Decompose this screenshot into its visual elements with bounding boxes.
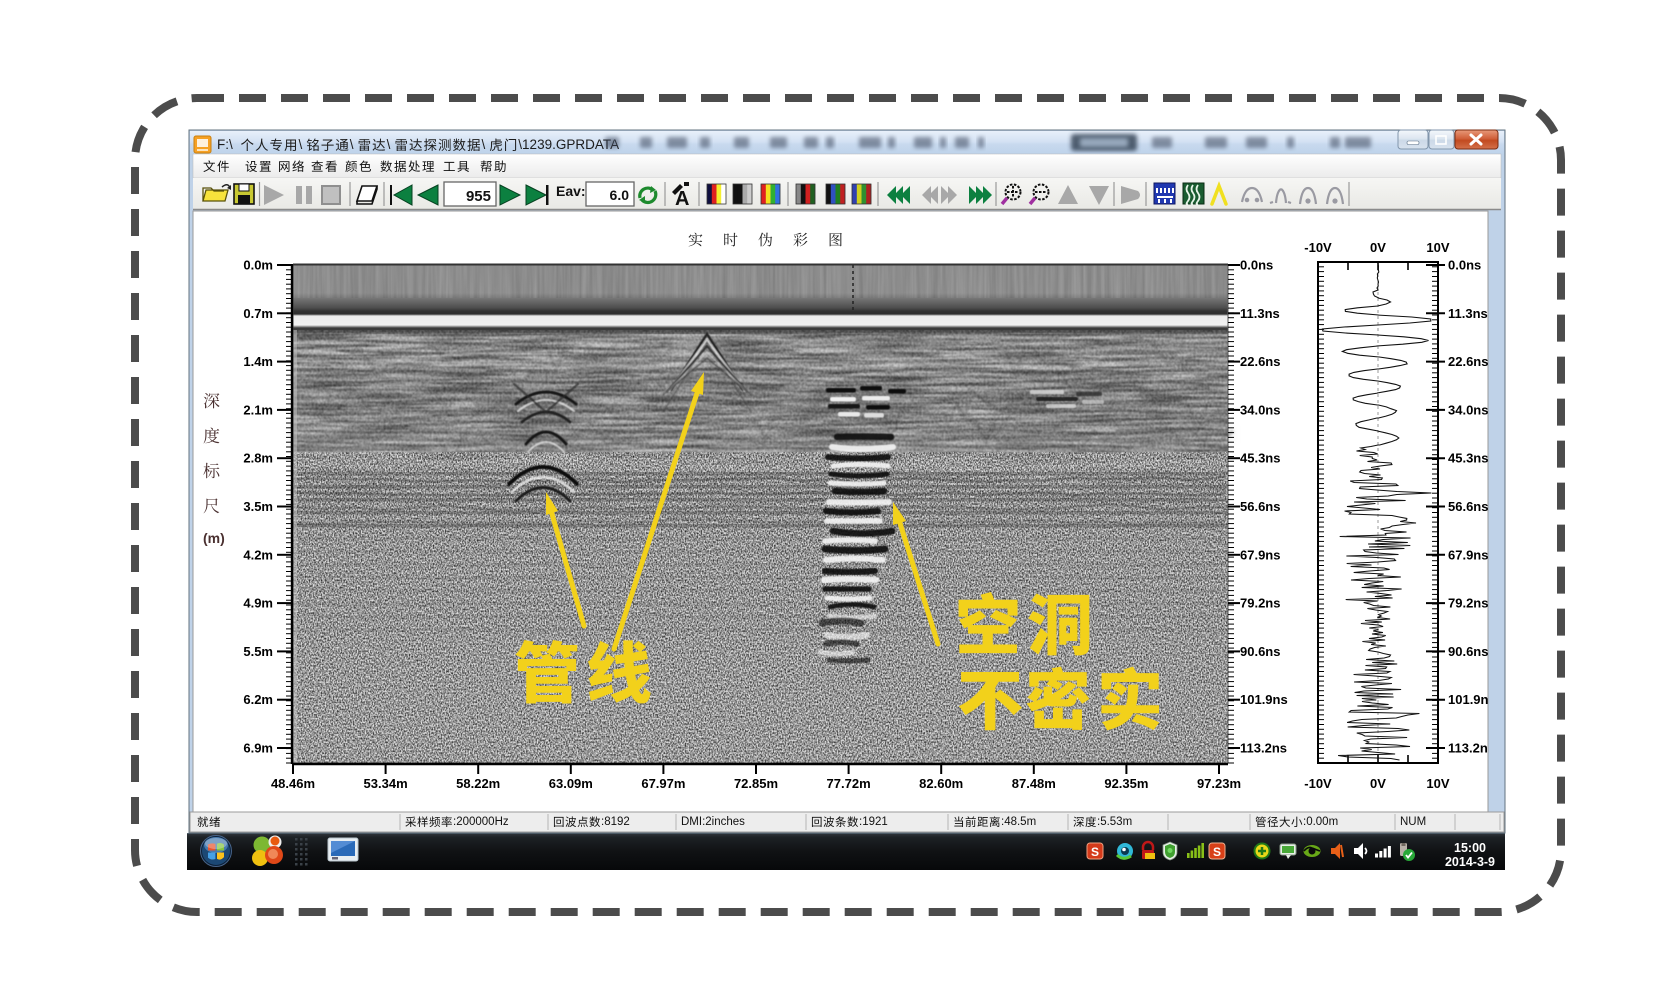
svg-text:45.3ns: 45.3ns [1448, 451, 1488, 466]
svg-text:4.2m: 4.2m [243, 547, 273, 562]
svg-text:S: S [1213, 845, 1221, 859]
svg-text:2.1m: 2.1m [243, 402, 273, 417]
svg-text:0.7m: 0.7m [243, 306, 273, 321]
svg-text:955: 955 [466, 188, 491, 205]
svg-text:1.4m: 1.4m [243, 354, 273, 369]
svg-text:F:\: F:\ [217, 137, 233, 152]
svg-text:10V: 10V [1426, 776, 1449, 791]
svg-text:67.9ns: 67.9ns [1448, 547, 1488, 562]
svg-text:6.2m: 6.2m [243, 692, 273, 707]
svg-text:90.6ns: 90.6ns [1240, 644, 1280, 659]
svg-text:0V: 0V [1370, 776, 1386, 791]
svg-text:0.0ns: 0.0ns [1240, 258, 1273, 273]
svg-text:DMI:2inches: DMI:2inches [681, 816, 745, 828]
svg-text:0V: 0V [1370, 240, 1386, 255]
svg-text:79.2ns: 79.2ns [1448, 596, 1488, 611]
svg-text:NUM: NUM [1400, 816, 1426, 828]
svg-text::5.53m: :5.53m [1097, 816, 1132, 828]
svg-text:79.2ns: 79.2ns [1240, 596, 1280, 611]
svg-text:\: \ [387, 137, 391, 152]
svg-text:56.6ns: 56.6ns [1448, 499, 1488, 514]
svg-text:-10V: -10V [1304, 240, 1332, 255]
svg-text:\1239.GPRDATA: \1239.GPRDATA [518, 137, 619, 152]
svg-text:82.60m: 82.60m [919, 776, 963, 791]
svg-text:56.6ns: 56.6ns [1240, 499, 1280, 514]
svg-text:22.6ns: 22.6ns [1448, 354, 1488, 369]
svg-text:11.3ns: 11.3ns [1240, 306, 1280, 321]
svg-text:\: \ [299, 137, 303, 152]
svg-text:22.6ns: 22.6ns [1240, 354, 1280, 369]
svg-text:67.97m: 67.97m [641, 776, 685, 791]
svg-text:67.9ns: 67.9ns [1240, 547, 1280, 562]
svg-text:5.5m: 5.5m [243, 644, 273, 659]
svg-text:2.8m: 2.8m [243, 451, 273, 466]
svg-text::0.00m: :0.00m [1303, 816, 1338, 828]
svg-text:92.35m: 92.35m [1104, 776, 1148, 791]
svg-text:0.0m: 0.0m [243, 258, 273, 273]
svg-text:87.48m: 87.48m [1012, 776, 1056, 791]
svg-text:34.0ns: 34.0ns [1448, 402, 1488, 417]
svg-text:S: S [1091, 845, 1099, 859]
svg-text:6.9m: 6.9m [243, 741, 273, 756]
svg-text:101.9ns: 101.9ns [1240, 692, 1288, 707]
svg-text:15:00: 15:00 [1454, 841, 1486, 855]
svg-text:72.85m: 72.85m [734, 776, 778, 791]
svg-text:63.09m: 63.09m [549, 776, 593, 791]
svg-text:113.2ns: 113.2ns [1240, 741, 1287, 756]
svg-text::1921: :1921 [859, 816, 888, 828]
svg-text:113.2n: 113.2n [1448, 741, 1488, 756]
svg-text:90.6ns: 90.6ns [1448, 644, 1488, 659]
svg-text:\: \ [350, 137, 354, 152]
svg-text:45.3ns: 45.3ns [1240, 451, 1280, 466]
svg-text::8192: :8192 [601, 816, 630, 828]
svg-text:101.9n: 101.9n [1448, 692, 1489, 707]
svg-text:53.34m: 53.34m [364, 776, 408, 791]
svg-text:3.5m: 3.5m [243, 499, 273, 514]
svg-text:58.22m: 58.22m [456, 776, 500, 791]
svg-text:11.3ns: 11.3ns [1448, 306, 1488, 321]
svg-text:34.0ns: 34.0ns [1240, 402, 1280, 417]
svg-text::200000Hz: :200000Hz [453, 816, 509, 828]
svg-text::48.5m: :48.5m [1001, 816, 1036, 828]
svg-text:Eav:: Eav: [556, 183, 586, 199]
svg-text:4.9m: 4.9m [243, 596, 273, 611]
svg-text:-10V: -10V [1304, 776, 1332, 791]
svg-text:0.0ns: 0.0ns [1448, 258, 1481, 273]
svg-text:97.23m: 97.23m [1197, 776, 1241, 791]
svg-text:48.46m: 48.46m [271, 776, 315, 791]
svg-text:\: \ [482, 137, 486, 152]
svg-text:77.72m: 77.72m [827, 776, 871, 791]
svg-text:2014-3-9: 2014-3-9 [1445, 855, 1495, 869]
svg-text:6.0: 6.0 [610, 187, 630, 203]
svg-text:10V: 10V [1426, 240, 1449, 255]
svg-text:(m): (m) [203, 530, 225, 546]
